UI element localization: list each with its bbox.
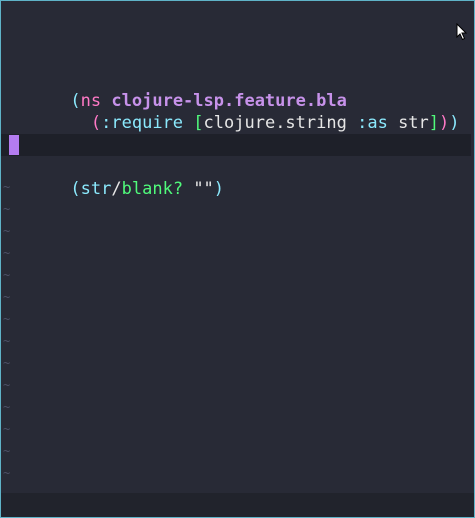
code-line-1: (ns clojure-lsp.feature.bla — [9, 68, 346, 111]
as-keyword: :as — [357, 113, 388, 133]
code-line-2: (:require [clojure.string :as str])) — [9, 90, 460, 133]
bracket-open: [ — [193, 113, 204, 133]
empty-line-marker: ~ — [3, 422, 11, 436]
status-bar — [1, 493, 474, 517]
mouse-pointer-icon — [456, 23, 468, 41]
bracket-close: ] — [428, 113, 440, 133]
empty-line-marker: ~ — [3, 312, 11, 326]
empty-line-marker: ~ — [3, 400, 11, 414]
slash: / — [111, 179, 122, 199]
empty-line-marker: ~ — [3, 356, 11, 370]
alias-name: str — [398, 113, 429, 133]
paren-close: ) — [213, 179, 225, 199]
empty-line-marker: ~ — [3, 180, 11, 194]
paren-open: ( — [70, 179, 81, 199]
current-line-highlight — [1, 134, 471, 156]
string-literal: "" — [193, 179, 214, 199]
empty-line-marker: ~ — [3, 224, 11, 238]
empty-line-marker: ~ — [3, 290, 11, 304]
empty-line-marker: ~ — [3, 444, 11, 458]
empty-line-marker: ~ — [3, 246, 11, 260]
alias-ref: str — [80, 179, 112, 199]
paren-close: ) — [439, 113, 450, 133]
empty-line-marker: ~ — [3, 334, 11, 348]
editor-window: (ns clojure-lsp.feature.bla (:require [c… — [0, 0, 475, 518]
empty-line-marker: ~ — [3, 268, 11, 282]
empty-line-marker: ~ — [3, 202, 11, 216]
code-line-4: (str/blank? "") — [9, 156, 224, 199]
code-editor[interactable]: (ns clojure-lsp.feature.bla (:require [c… — [1, 1, 474, 493]
lib-name: clojure.string — [203, 113, 347, 133]
paren-close: ) — [449, 113, 460, 133]
empty-line-marker: ~ — [3, 466, 11, 480]
empty-line-marker: ~ — [3, 378, 11, 392]
require-keyword: :require — [101, 113, 184, 133]
paren-open: ( — [90, 113, 102, 133]
function-name: blank? — [121, 179, 184, 199]
text-cursor — [9, 135, 19, 155]
